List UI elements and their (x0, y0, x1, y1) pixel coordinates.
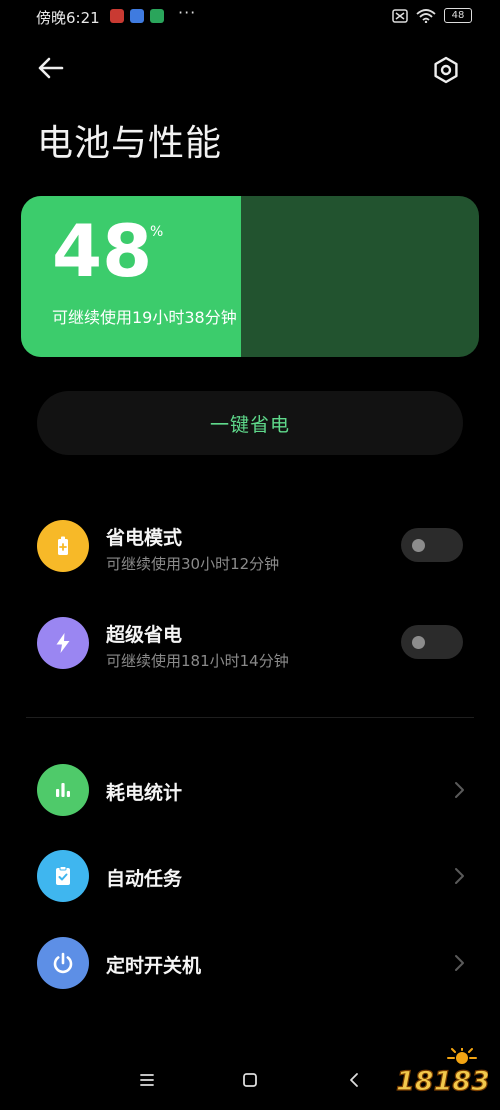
more-notifications-icon: ··· (178, 3, 197, 22)
battery-plus-icon (58, 536, 68, 555)
no-sim-icon (392, 8, 408, 23)
power-saving-mode-icon-circle (37, 520, 89, 572)
chevron-right-icon (455, 868, 464, 884)
status-bar: 傍晚6:21 ··· 48 (0, 0, 500, 36)
top-bar (0, 44, 500, 92)
power-usage-stats-row[interactable]: 耗电统计 (0, 755, 500, 825)
back-arrow-icon (38, 57, 64, 79)
lightning-icon (56, 633, 70, 653)
clipboard-check-icon (56, 866, 70, 885)
bar-chart-icon (56, 783, 70, 797)
ultra-power-saving-icon-circle (37, 617, 89, 669)
battery-percentage: 48 (52, 209, 153, 293)
automated-tasks-title: 自动任务 (106, 868, 183, 890)
ultra-power-saving-toggle[interactable] (401, 625, 463, 659)
power-saving-mode-title: 省电模式 (106, 527, 183, 549)
home-button[interactable] (238, 1068, 262, 1092)
back-button[interactable] (32, 52, 72, 84)
app-notification-icon-2 (130, 9, 144, 23)
power-saving-mode-subtitle: 可继续使用30小时12分钟 (106, 555, 280, 573)
one-key-save-button[interactable]: 一键省电 (37, 391, 463, 455)
power-usage-stats-title: 耗电统计 (106, 782, 183, 804)
app-notification-icon-3 (150, 9, 164, 23)
power-saving-mode-row[interactable]: 省电模式 可继续使用30小时12分钟 (0, 513, 500, 583)
back-nav-button[interactable] (343, 1068, 367, 1092)
power-usage-stats-icon-circle (37, 764, 89, 816)
ultra-power-saving-title: 超级省电 (106, 624, 183, 646)
power-saving-mode-toggle[interactable] (401, 528, 463, 562)
chevron-right-icon (455, 782, 464, 798)
battery-remaining-time: 可继续使用19小时38分钟 (52, 308, 237, 327)
scheduled-power-row[interactable]: 定时开关机 (0, 928, 500, 998)
watermark-logo: 18183 (395, 1048, 488, 1098)
recent-apps-button[interactable] (135, 1068, 159, 1092)
app-notification-icon-1 (110, 9, 124, 23)
automated-tasks-row[interactable]: 自动任务 (0, 841, 500, 911)
power-icon (53, 952, 73, 974)
battery-status-icon: 48 (444, 8, 472, 23)
toggle-knob (412, 539, 425, 552)
status-time: 傍晚6:21 (36, 9, 100, 27)
scheduled-power-icon-circle (37, 937, 89, 989)
page-title: 电池与性能 (37, 123, 223, 164)
gear-icon (434, 56, 458, 84)
section-divider (26, 717, 474, 718)
watermark-text: 18183 (396, 1066, 488, 1097)
ultra-power-saving-subtitle: 可继续使用181小时14分钟 (106, 652, 289, 670)
wifi-icon (416, 8, 436, 23)
automated-tasks-icon-circle (37, 850, 89, 902)
chevron-right-icon (455, 955, 464, 971)
percent-sign: % (150, 224, 164, 240)
toggle-knob (412, 636, 425, 649)
scheduled-power-title: 定时开关机 (106, 955, 202, 977)
settings-button[interactable] (428, 52, 464, 88)
ultra-power-saving-row[interactable]: 超级省电 可继续使用181小时14分钟 (0, 610, 500, 680)
status-icons: 48 (392, 8, 472, 23)
